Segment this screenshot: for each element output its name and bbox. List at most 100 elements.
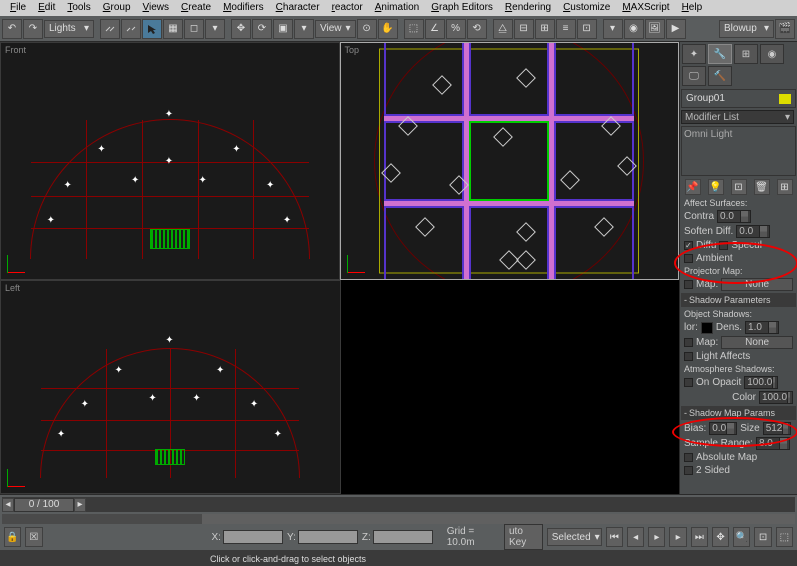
select-button[interactable]: [142, 19, 162, 39]
pan-icon[interactable]: ✥: [712, 527, 729, 547]
show-result-icon[interactable]: 💡: [708, 179, 724, 195]
menu-reactor[interactable]: reactor: [326, 0, 369, 16]
menu-rendering[interactable]: Rendering: [499, 0, 557, 16]
specular-checkbox[interactable]: [719, 241, 728, 250]
tab-create[interactable]: ✦: [682, 44, 706, 64]
x-input[interactable]: [223, 530, 283, 544]
projmap-slot[interactable]: None: [721, 278, 793, 291]
modifier-list-dropdown[interactable]: Modifier List: [681, 110, 794, 124]
render-type-dropdown[interactable]: Blowup: [719, 20, 774, 38]
tab-hierarchy[interactable]: ⊞: [734, 44, 758, 64]
rotate-button[interactable]: ⟳: [252, 19, 272, 39]
lock-icon[interactable]: 🔒: [4, 527, 21, 547]
goto-end-icon[interactable]: ⏭: [691, 527, 708, 547]
scale-button[interactable]: ▣: [273, 19, 293, 39]
array-button[interactable]: ⊞: [535, 19, 555, 39]
refsys-dropdown[interactable]: View: [315, 20, 356, 38]
tab-modify[interactable]: 🔧: [708, 44, 732, 64]
projmap-checkbox[interactable]: [684, 280, 693, 289]
menu-maxscript[interactable]: MAXScript: [616, 0, 675, 16]
time-slider-handle[interactable]: 0 / 100: [14, 498, 74, 512]
move-button[interactable]: ✥: [231, 19, 251, 39]
remove-mod-icon[interactable]: 🗑: [754, 179, 770, 195]
zoom-icon[interactable]: 🔍: [733, 527, 750, 547]
track-bar[interactable]: [2, 514, 795, 524]
menu-create[interactable]: Create: [175, 0, 217, 16]
next-frame-icon[interactable]: ▸: [669, 527, 686, 547]
viewport-top[interactable]: Top: [340, 42, 680, 280]
sample-spinner[interactable]: 8.0: [756, 437, 790, 450]
absmap-checkbox[interactable]: [684, 453, 693, 462]
modifier-stack[interactable]: Omni Light: [681, 126, 796, 176]
align-button[interactable]: ⊟: [514, 19, 534, 39]
shadow-params-rollout[interactable]: Shadow Parameters: [681, 293, 796, 307]
tab-utilities[interactable]: 🔨: [708, 66, 732, 86]
color-swatch[interactable]: [779, 94, 791, 104]
menu-views[interactable]: Views: [137, 0, 176, 16]
link-button[interactable]: [100, 19, 120, 39]
play-icon[interactable]: ▸: [648, 527, 665, 547]
color-amt-spinner[interactable]: 100.0: [759, 391, 793, 404]
shadowmap-slot[interactable]: None: [721, 336, 793, 349]
menu-modifiers[interactable]: Modifiers: [217, 0, 270, 16]
ambient-checkbox[interactable]: [684, 254, 693, 263]
render-button[interactable]: 🎬: [775, 19, 795, 39]
viewport-left[interactable]: Left: [0, 280, 341, 494]
redo-button[interactable]: ↷: [23, 19, 43, 39]
shadowmap-checkbox[interactable]: [684, 338, 693, 347]
y-input[interactable]: [298, 530, 358, 544]
layer-button[interactable]: ≡: [556, 19, 576, 39]
undo-button[interactable]: ↶: [2, 19, 22, 39]
goto-start-icon[interactable]: ⏮: [606, 527, 623, 547]
keymode-dropdown[interactable]: Selected: [547, 528, 602, 546]
opacity-spinner[interactable]: 100.0: [744, 376, 778, 389]
diffuse-checkbox[interactable]: [684, 241, 693, 250]
menu-group[interactable]: Group: [97, 0, 137, 16]
quick-render-button[interactable]: ▶: [666, 19, 686, 39]
menu-tools[interactable]: Tools: [61, 0, 96, 16]
spinsnap-button[interactable]: ⟲: [467, 19, 487, 39]
timeline-next-icon[interactable]: ▸: [74, 498, 86, 512]
size-spinner[interactable]: 512: [763, 422, 791, 435]
lightaffects-checkbox[interactable]: [684, 352, 693, 361]
zoom-ext-icon[interactable]: ⊡: [754, 527, 771, 547]
z-input[interactable]: [373, 530, 433, 544]
soften-spinner[interactable]: 0.0: [736, 225, 770, 238]
menu-animation[interactable]: Animation: [369, 0, 425, 16]
time-ruler[interactable]: [86, 497, 795, 512]
viewport-front[interactable]: Front: [0, 42, 340, 280]
unique-icon[interactable]: ⊡: [731, 179, 747, 195]
named-sel-button[interactable]: ▾: [603, 19, 623, 39]
prev-frame-icon[interactable]: ◂: [627, 527, 644, 547]
density-spinner[interactable]: 1.0: [745, 321, 779, 334]
pin-stack-icon[interactable]: 📌: [685, 179, 701, 195]
bias-spinner[interactable]: 0.0: [709, 422, 737, 435]
category-dropdown[interactable]: Lights: [44, 20, 94, 38]
render-scene-button[interactable]: 🖼: [645, 19, 665, 39]
filter-button[interactable]: ▾: [205, 19, 225, 39]
shadow-map-params-rollout[interactable]: Shadow Map Params: [681, 406, 796, 420]
mirror-button[interactable]: ⧋: [493, 19, 513, 39]
menu-help[interactable]: Help: [676, 0, 709, 16]
refsys-button[interactable]: ▾: [294, 19, 314, 39]
atmos-on-checkbox[interactable]: [684, 378, 693, 387]
sel-lock-icon[interactable]: ☒: [25, 527, 42, 547]
menu-grapheditors[interactable]: Graph Editors: [425, 0, 499, 16]
menu-file[interactable]: File: [4, 0, 32, 16]
zoom-region-icon[interactable]: ⬚: [776, 527, 793, 547]
config-icon[interactable]: ⊞: [777, 179, 793, 195]
pctsnap-button[interactable]: %: [446, 19, 466, 39]
timeline-prev-icon[interactable]: ◂: [2, 498, 14, 512]
shadow-color-swatch[interactable]: [701, 322, 713, 334]
select-name-button[interactable]: ▦: [163, 19, 183, 39]
autokey-button[interactable]: uto Key: [504, 524, 543, 550]
tab-motion[interactable]: ◉: [760, 44, 784, 64]
unlink-button[interactable]: [121, 19, 141, 39]
menu-character[interactable]: Character: [270, 0, 326, 16]
center-button[interactable]: ⊙: [357, 19, 377, 39]
schematic-button[interactable]: ⊡: [577, 19, 597, 39]
tab-display[interactable]: 🖵: [682, 66, 706, 86]
mat-editor-button[interactable]: ◉: [624, 19, 644, 39]
manip-button[interactable]: ✋: [378, 19, 398, 39]
select-region-button[interactable]: ◻: [184, 19, 204, 39]
